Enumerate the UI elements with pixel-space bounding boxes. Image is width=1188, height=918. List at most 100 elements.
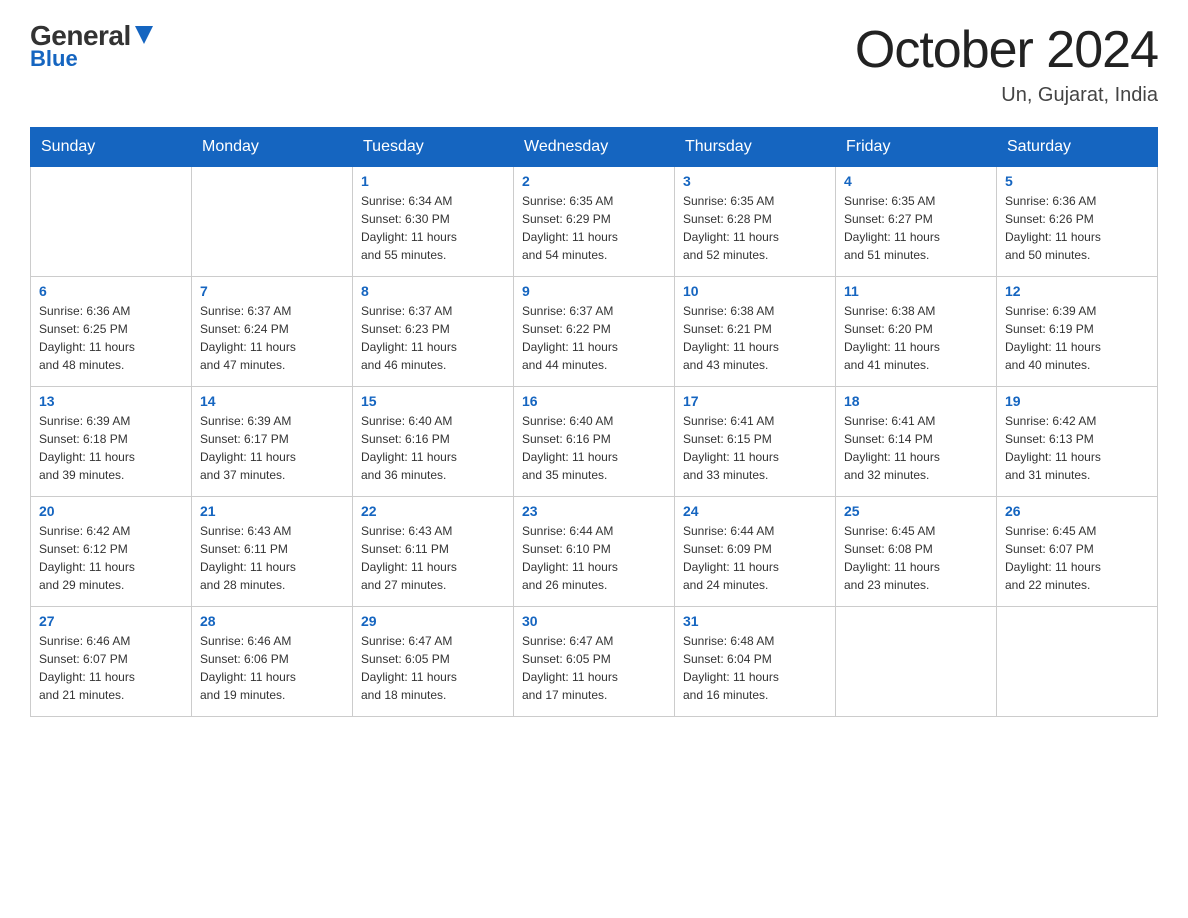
calendar-cell: 7Sunrise: 6:37 AM Sunset: 6:24 PM Daylig…: [192, 277, 353, 387]
day-info: Sunrise: 6:42 AM Sunset: 6:13 PM Dayligh…: [1005, 412, 1149, 484]
logo-triangle-icon: [135, 26, 153, 49]
calendar-cell: 27 Sunrise: 6:46 AM Sunset: 6:07 PM Dayli…: [31, 607, 192, 717]
calendar-cell: 11 Sunrise: 6:38 AM Sunset: 6:20 PM Dayli…: [836, 277, 997, 387]
day-number: 26: [1005, 503, 1149, 519]
day-info: Sunrise: 6:48 AM Sunset: 6:04 PM Dayligh…: [683, 632, 827, 704]
day-info: Sunrise: 6:37 AM Sunset: 6:23 PM Dayligh…: [361, 302, 505, 374]
logo-blue-text: Blue: [30, 46, 78, 72]
day-info: Sunrise: 6:47 AM Sunset: 6:05 PM Dayligh…: [361, 632, 505, 704]
day-info: Sunrise: 6:38 AM Sunset: 6:20 PM Dayligh…: [844, 302, 988, 374]
calendar-cell: 19 Sunrise: 6:42 AM Sunset: 6:13 PM Dayli…: [997, 387, 1158, 497]
calendar-cell: [31, 167, 192, 277]
calendar-cell: 25 Sunrise: 6:45 AM Sunset: 6:08 PM Dayli…: [836, 497, 997, 607]
day-number: 25: [844, 503, 988, 519]
day-info: Sunrise: 6:40 AM Sunset: 6:16 PM Dayligh…: [522, 412, 666, 484]
day-info: Sunrise: 6:43 AM Sunset: 6:11 PM Dayligh…: [361, 522, 505, 594]
day-number: 16: [522, 393, 666, 409]
day-number: 22: [361, 503, 505, 519]
day-info: Sunrise: 6:41 AM Sunset: 6:14 PM Dayligh…: [844, 412, 988, 484]
weekday-header-monday: Monday: [192, 128, 353, 167]
calendar-cell: 4 Sunrise: 6:35 AM Sunset: 6:27 PM Daylig…: [836, 167, 997, 277]
day-info: Sunrise: 6:35 AM Sunset: 6:27 PM Dayligh…: [844, 192, 988, 264]
month-title: October 2024: [855, 20, 1158, 80]
calendar-cell: 13 Sunrise: 6:39 AM Sunset: 6:18 PM Dayli…: [31, 387, 192, 497]
day-info: Sunrise: 6:39 AM Sunset: 6:18 PM Dayligh…: [39, 412, 183, 484]
day-info: Sunrise: 6:36 AM Sunset: 6:26 PM Dayligh…: [1005, 192, 1149, 264]
calendar-cell: 26 Sunrise: 6:45 AM Sunset: 6:07 PM Dayli…: [997, 497, 1158, 607]
day-info: Sunrise: 6:44 AM Sunset: 6:09 PM Dayligh…: [683, 522, 827, 594]
calendar-cell: 31 Sunrise: 6:48 AM Sunset: 6:04 PM Dayli…: [675, 607, 836, 717]
day-info: Sunrise: 6:45 AM Sunset: 6:07 PM Dayligh…: [1005, 522, 1149, 594]
day-info: Sunrise: 6:34 AM Sunset: 6:30 PM Dayligh…: [361, 192, 505, 264]
calendar-cell: 23 Sunrise: 6:44 AM Sunset: 6:10 PM Dayli…: [514, 497, 675, 607]
weekday-header-row: SundayMondayTuesdayWednesdayThursdayFrid…: [31, 128, 1158, 167]
calendar-cell: [836, 607, 997, 717]
day-number: 15: [361, 393, 505, 409]
calendar-cell: 17 Sunrise: 6:41 AM Sunset: 6:15 PM Dayli…: [675, 387, 836, 497]
day-info: Sunrise: 6:45 AM Sunset: 6:08 PM Dayligh…: [844, 522, 988, 594]
day-info: Sunrise: 6:46 AM Sunset: 6:06 PM Dayligh…: [200, 632, 344, 704]
day-number: 23: [522, 503, 666, 519]
weekday-header-wednesday: Wednesday: [514, 128, 675, 167]
calendar-table: SundayMondayTuesdayWednesdayThursdayFrid…: [30, 127, 1158, 717]
calendar-cell: 9Sunrise: 6:37 AM Sunset: 6:22 PM Daylig…: [514, 277, 675, 387]
day-number: 27: [39, 613, 183, 629]
day-number: 11: [844, 283, 988, 299]
location-title: Un, Gujarat, India: [855, 84, 1158, 107]
day-number: 2: [522, 173, 666, 189]
day-info: Sunrise: 6:44 AM Sunset: 6:10 PM Dayligh…: [522, 522, 666, 594]
day-info: Sunrise: 6:39 AM Sunset: 6:17 PM Dayligh…: [200, 412, 344, 484]
day-info: Sunrise: 6:38 AM Sunset: 6:21 PM Dayligh…: [683, 302, 827, 374]
day-number: 28: [200, 613, 344, 629]
day-number: 7: [200, 283, 344, 299]
day-number: 19: [1005, 393, 1149, 409]
day-number: 1: [361, 173, 505, 189]
calendar-cell: 5 Sunrise: 6:36 AM Sunset: 6:26 PM Daylig…: [997, 167, 1158, 277]
day-number: 12: [1005, 283, 1149, 299]
week-row-4: 20 Sunrise: 6:42 AM Sunset: 6:12 PM Dayli…: [31, 497, 1158, 607]
calendar-cell: 14 Sunrise: 6:39 AM Sunset: 6:17 PM Dayli…: [192, 387, 353, 497]
day-number: 18: [844, 393, 988, 409]
day-number: 14: [200, 393, 344, 409]
day-number: 30: [522, 613, 666, 629]
calendar-cell: 29 Sunrise: 6:47 AM Sunset: 6:05 PM Dayli…: [353, 607, 514, 717]
calendar-cell: [192, 167, 353, 277]
day-info: Sunrise: 6:40 AM Sunset: 6:16 PM Dayligh…: [361, 412, 505, 484]
day-number: 9: [522, 283, 666, 299]
day-info: Sunrise: 6:46 AM Sunset: 6:07 PM Dayligh…: [39, 632, 183, 704]
weekday-header-sunday: Sunday: [31, 128, 192, 167]
day-number: 24: [683, 503, 827, 519]
calendar-cell: 20 Sunrise: 6:42 AM Sunset: 6:12 PM Dayli…: [31, 497, 192, 607]
day-number: 5: [1005, 173, 1149, 189]
calendar-cell: 28 Sunrise: 6:46 AM Sunset: 6:06 PM Dayli…: [192, 607, 353, 717]
week-row-1: 1 Sunrise: 6:34 AM Sunset: 6:30 PM Daylig…: [31, 167, 1158, 277]
day-info: Sunrise: 6:42 AM Sunset: 6:12 PM Dayligh…: [39, 522, 183, 594]
day-info: Sunrise: 6:35 AM Sunset: 6:29 PM Dayligh…: [522, 192, 666, 264]
day-info: Sunrise: 6:41 AM Sunset: 6:15 PM Dayligh…: [683, 412, 827, 484]
calendar-cell: 15 Sunrise: 6:40 AM Sunset: 6:16 PM Dayli…: [353, 387, 514, 497]
day-number: 29: [361, 613, 505, 629]
title-area: October 2024 Un, Gujarat, India: [855, 20, 1158, 107]
day-number: 6: [39, 283, 183, 299]
calendar-cell: 10 Sunrise: 6:38 AM Sunset: 6:21 PM Dayli…: [675, 277, 836, 387]
week-row-5: 27 Sunrise: 6:46 AM Sunset: 6:07 PM Dayli…: [31, 607, 1158, 717]
week-row-2: 6 Sunrise: 6:36 AM Sunset: 6:25 PM Daylig…: [31, 277, 1158, 387]
weekday-header-thursday: Thursday: [675, 128, 836, 167]
day-info: Sunrise: 6:36 AM Sunset: 6:25 PM Dayligh…: [39, 302, 183, 374]
day-number: 31: [683, 613, 827, 629]
header: General Blue October 2024 Un, Gujarat, I…: [30, 20, 1158, 107]
weekday-header-saturday: Saturday: [997, 128, 1158, 167]
calendar-cell: 22 Sunrise: 6:43 AM Sunset: 6:11 PM Dayli…: [353, 497, 514, 607]
day-number: 17: [683, 393, 827, 409]
day-number: 13: [39, 393, 183, 409]
day-number: 10: [683, 283, 827, 299]
calendar-cell: 24 Sunrise: 6:44 AM Sunset: 6:09 PM Dayli…: [675, 497, 836, 607]
weekday-header-tuesday: Tuesday: [353, 128, 514, 167]
day-number: 20: [39, 503, 183, 519]
calendar-cell: 16 Sunrise: 6:40 AM Sunset: 6:16 PM Dayli…: [514, 387, 675, 497]
calendar-cell: 21Sunrise: 6:43 AM Sunset: 6:11 PM Dayli…: [192, 497, 353, 607]
day-info: Sunrise: 6:47 AM Sunset: 6:05 PM Dayligh…: [522, 632, 666, 704]
day-number: 4: [844, 173, 988, 189]
logo: General Blue: [30, 20, 153, 72]
calendar-cell: [997, 607, 1158, 717]
